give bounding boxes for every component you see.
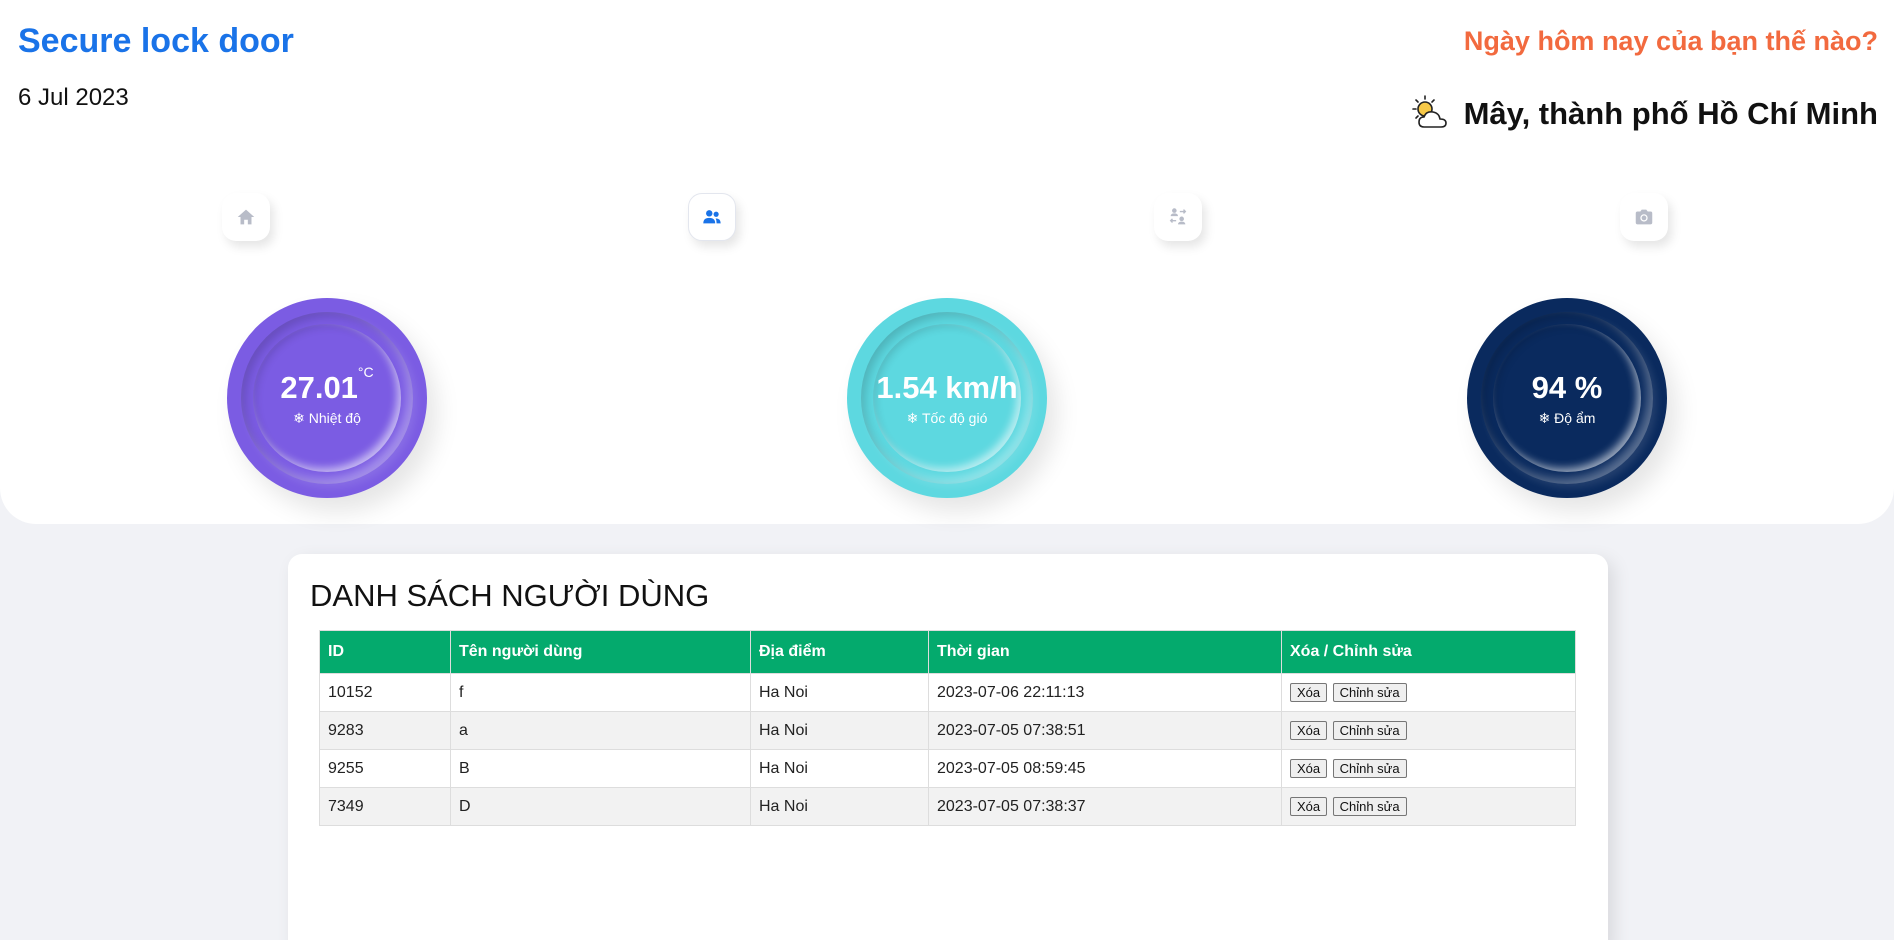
cell-actions: Xóa Chỉnh sửa <box>1281 673 1576 712</box>
cell-actions: Xóa Chỉnh sửa <box>1281 711 1576 750</box>
cell-time: 2023-07-06 22:11:13 <box>928 673 1282 712</box>
cell-actions: Xóa Chỉnh sửa <box>1281 749 1576 788</box>
cell-username: B <box>450 749 751 788</box>
table-row: 9255 B Ha Noi 2023-07-05 08:59:45 Xóa Ch… <box>319 749 1576 788</box>
wind-speed-gauge: 1.54 km/h ❄ Tốc độ gió <box>847 298 1047 498</box>
delete-button[interactable]: Xóa <box>1290 721 1328 740</box>
cell-username: D <box>450 787 751 826</box>
partly-cloudy-icon <box>1411 95 1447 128</box>
nav-user-transfer-button[interactable] <box>1154 193 1202 241</box>
nav-users-button[interactable] <box>688 193 736 241</box>
cell-username: f <box>450 673 751 712</box>
cell-id: 9255 <box>319 749 451 788</box>
cell-id: 7349 <box>319 787 451 826</box>
nav-camera-button[interactable] <box>1620 193 1668 241</box>
current-date: 6 Jul 2023 <box>18 84 129 111</box>
cell-location: Ha Noi <box>750 673 929 712</box>
cell-actions: Xóa Chỉnh sửa <box>1281 787 1576 826</box>
dashboard-header-panel: Secure lock door 6 Jul 2023 Ngày hôm nay… <box>0 0 1894 524</box>
column-header-location: Địa điểm <box>750 630 929 674</box>
temperature-unit: °C <box>357 363 374 380</box>
column-header-username: Tên người dùng <box>450 630 751 674</box>
edit-button[interactable]: Chỉnh sửa <box>1332 759 1407 778</box>
cell-id: 10152 <box>319 673 451 712</box>
cell-location: Ha Noi <box>750 749 929 788</box>
greeting-text: Ngày hôm nay của bạn thế nào? <box>1463 26 1878 56</box>
table-header-row: ID Tên người dùng Địa điểm Thời gian Xóa… <box>319 630 1576 674</box>
table-row: 9283 a Ha Noi 2023-07-05 07:38:51 Xóa Ch… <box>319 711 1576 750</box>
users-icon <box>703 210 721 224</box>
column-header-actions: Xóa / Chỉnh sửa <box>1281 630 1576 674</box>
delete-button[interactable]: Xóa <box>1290 683 1328 702</box>
cell-time: 2023-07-05 07:38:51 <box>928 711 1282 750</box>
user-table: ID Tên người dùng Địa điểm Thời gian Xóa… <box>319 630 1576 826</box>
table-row: 10152 f Ha Noi 2023-07-06 22:11:13 Xóa C… <box>319 673 1576 712</box>
temperature-gauge: 27.01°C ❄ Nhiệt độ <box>227 298 427 498</box>
camera-icon <box>1635 209 1653 225</box>
wind-speed-value: 1.54 km/h <box>876 369 1018 405</box>
home-icon <box>237 209 255 225</box>
delete-button[interactable]: Xóa <box>1290 759 1328 778</box>
humidity-gauge: 94 % ❄ Độ ẩm <box>1467 298 1667 498</box>
nav-home-button[interactable] <box>222 193 270 241</box>
edit-button[interactable]: Chỉnh sửa <box>1332 797 1407 816</box>
user-list-card: DANH SÁCH NGƯỜI DÙNG ID Tên người dùng Đ… <box>288 554 1608 940</box>
temperature-label: ❄ Nhiệt độ <box>293 409 361 426</box>
app-title: Secure lock door <box>18 22 294 60</box>
temperature-value: 27.01 <box>280 369 358 405</box>
table-row: 7349 D Ha Noi 2023-07-05 07:38:37 Xóa Ch… <box>319 787 1576 826</box>
cell-location: Ha Noi <box>750 787 929 826</box>
humidity-label: ❄ Độ ẩm <box>1538 409 1596 426</box>
cell-id: 9283 <box>319 711 451 750</box>
edit-button[interactable]: Chỉnh sửa <box>1332 721 1407 740</box>
humidity-value: 94 % <box>1531 369 1603 405</box>
cell-time: 2023-07-05 07:38:37 <box>928 787 1282 826</box>
column-header-time: Thời gian <box>928 630 1282 674</box>
cell-location: Ha Noi <box>750 711 929 750</box>
cell-username: a <box>450 711 751 750</box>
edit-button[interactable]: Chỉnh sửa <box>1332 683 1407 702</box>
weather-info: Mây, thành phố Hồ Chí Minh <box>1410 94 1878 134</box>
wind-speed-label: ❄ Tốc độ gió <box>906 409 988 426</box>
cell-time: 2023-07-05 08:59:45 <box>928 749 1282 788</box>
column-header-id: ID <box>319 630 451 674</box>
weather-location: Mây, thành phố Hồ Chí Minh <box>1463 96 1878 131</box>
delete-button[interactable]: Xóa <box>1290 797 1328 816</box>
user-list-title: DANH SÁCH NGƯỜI DÙNG <box>310 578 710 613</box>
user-transfer-icon <box>1169 208 1187 225</box>
